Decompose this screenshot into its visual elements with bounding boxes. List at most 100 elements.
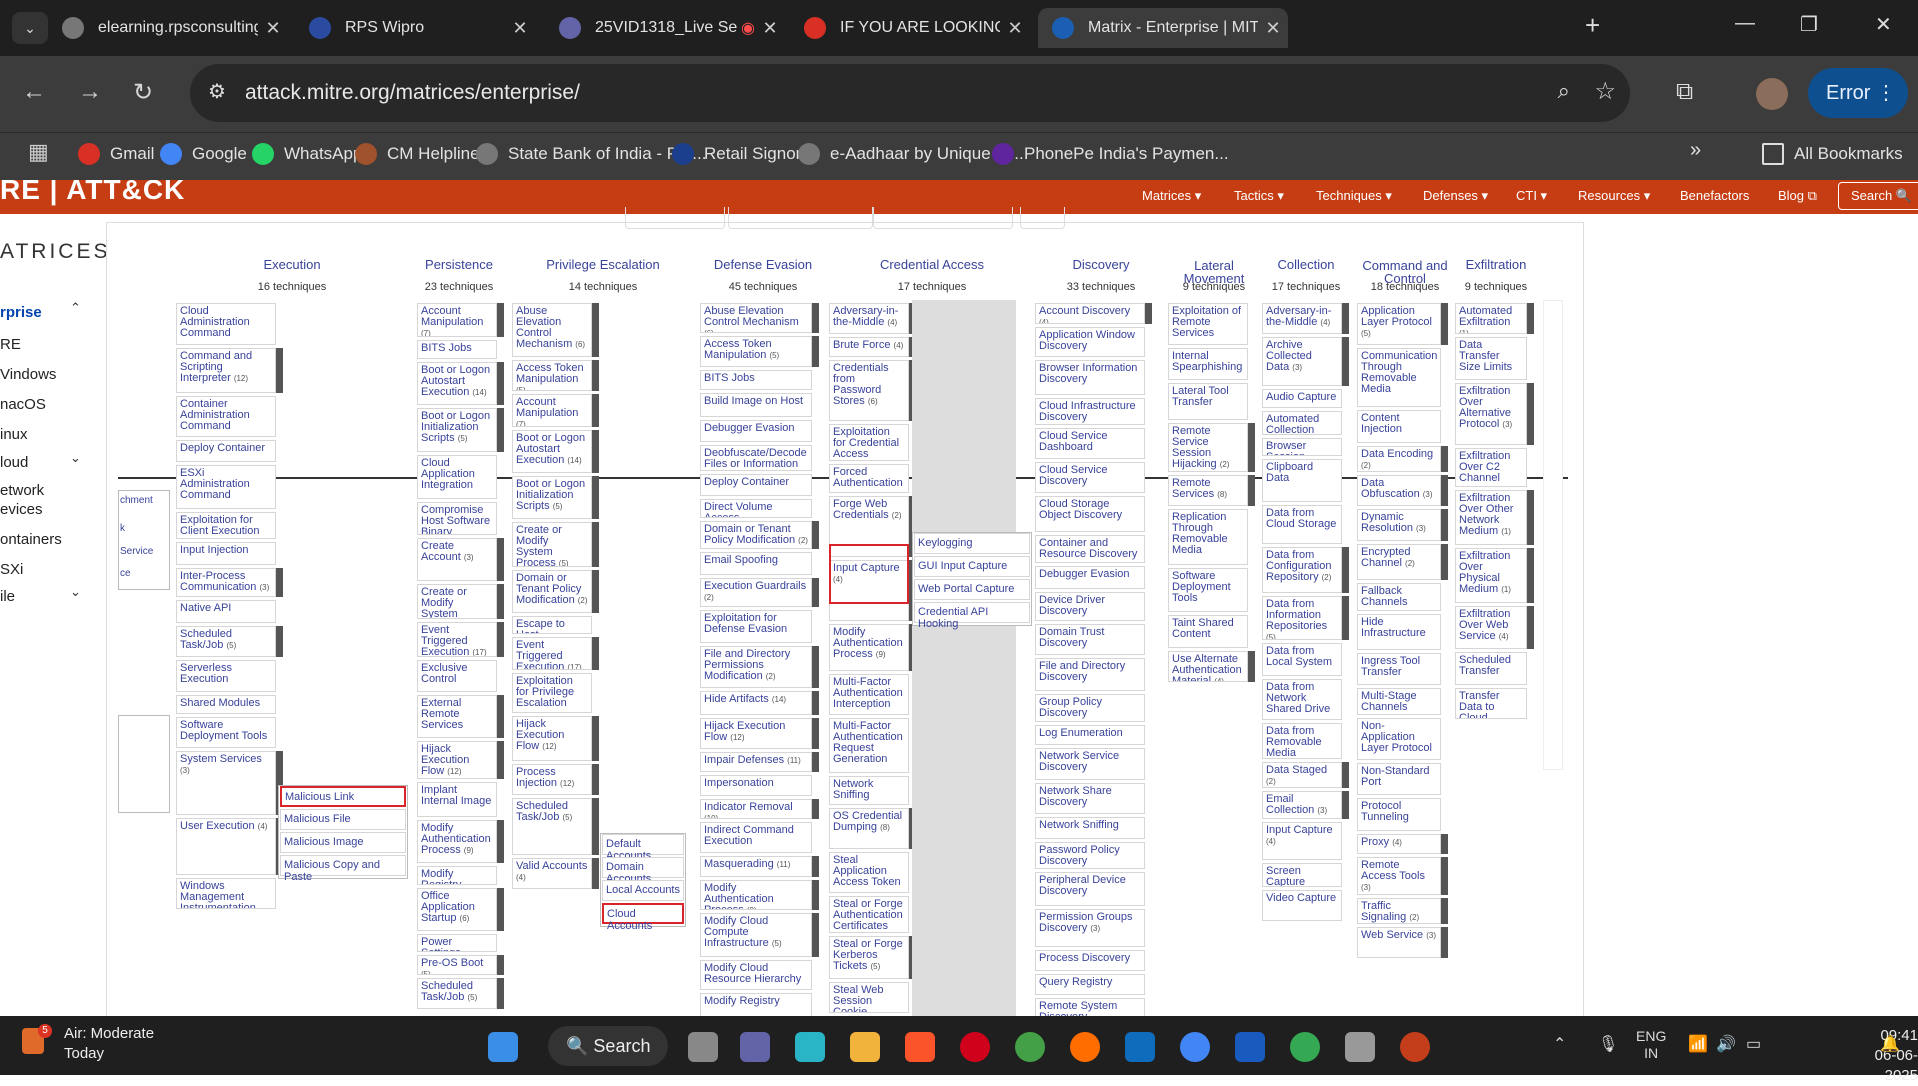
more-bookmarks-icon[interactable]: »	[1690, 139, 1701, 162]
discovery-technique[interactable]: Peripheral Device Discovery	[1035, 872, 1145, 906]
weather-widget[interactable]: 5 Air: Moderate Today	[22, 1024, 154, 1064]
execution-technique[interactable]: Exploitation for Client Execution	[176, 512, 276, 539]
subtechnique-toggle[interactable]	[497, 695, 504, 738]
c2-technique[interactable]: Proxy (4)	[1357, 834, 1441, 854]
bookmark-2[interactable]: WhatsApp	[252, 143, 362, 165]
discovery-technique[interactable]: Account Discovery (4)	[1035, 303, 1145, 324]
credential-technique[interactable]: Adversary-in-the-Middle (4)	[829, 303, 909, 334]
privesc-technique[interactable]: Boot or Logon Autostart Execution (14)	[512, 430, 592, 473]
subtechnique-toggle[interactable]	[1248, 423, 1255, 472]
persistence-technique[interactable]: Hijack Execution Flow (12)	[417, 741, 497, 779]
bookmark-5[interactable]: Retail Signon	[672, 143, 805, 165]
defense-technique[interactable]: Email Spoofing	[700, 552, 812, 575]
notifications-icon[interactable]: 🔔	[1880, 1034, 1900, 1054]
subtechnique-toggle[interactable]	[497, 584, 504, 619]
subtechnique-toggle[interactable]	[812, 856, 819, 877]
user_exec_subs-subtechnique[interactable]: Malicious Link	[280, 786, 406, 807]
discovery-technique[interactable]: Cloud Service Discovery	[1035, 462, 1145, 493]
collection-technique[interactable]: Email Collection (3)	[1262, 791, 1342, 819]
defense-technique[interactable]: Deploy Container	[700, 474, 812, 496]
persistence-technique[interactable]: Modify Authentication Process (9)	[417, 820, 497, 863]
subtechnique-toggle[interactable]	[592, 476, 599, 519]
discovery-technique[interactable]: Remote System Discovery	[1035, 998, 1145, 1016]
tab-search-button[interactable]: ⌄	[12, 12, 48, 44]
c2-technique[interactable]: Application Layer Protocol (5)	[1357, 303, 1441, 345]
collection-technique[interactable]: Data from Cloud Storage	[1262, 505, 1342, 544]
apps-grid-icon[interactable]: ▦	[28, 139, 49, 165]
c2-technique[interactable]: Protocol Tunneling	[1357, 798, 1441, 831]
discovery-technique[interactable]: Network Service Discovery	[1035, 748, 1145, 780]
defense-technique[interactable]: Execution Guardrails (2)	[700, 578, 812, 607]
subtechnique-toggle[interactable]	[812, 718, 819, 749]
privesc-technique[interactable]: Event Triggered Execution (17)	[512, 637, 592, 670]
task-view-icon[interactable]	[688, 1032, 718, 1062]
site-info-icon[interactable]: ⚙	[208, 79, 226, 104]
subtechnique-toggle[interactable]	[1441, 475, 1448, 506]
subtechnique-toggle[interactable]	[812, 799, 819, 819]
persistence-technique[interactable]: Boot or Logon Autostart Execution (14)	[417, 362, 497, 405]
credential-technique[interactable]: Exploitation for Credential Access	[829, 424, 909, 461]
sidebar-item-0[interactable]: rprise	[0, 304, 42, 321]
privesc-technique[interactable]: Account Manipulation (7)	[512, 394, 592, 427]
credential-technique[interactable]: Steal Web Session Cookie	[829, 982, 909, 1013]
privesc-technique[interactable]: Create or Modify System Process (5)	[512, 522, 592, 567]
collection-technique[interactable]: Audio Capture	[1262, 389, 1342, 408]
subtechnique-toggle[interactable]	[497, 362, 504, 405]
error-button[interactable]: Error ⋮	[1808, 68, 1908, 118]
defense-technique[interactable]: Domain or Tenant Policy Modification (2)	[700, 521, 812, 549]
subtechnique-toggle[interactable]	[592, 360, 599, 391]
collection-technique[interactable]: Clipboard Data	[1262, 459, 1342, 502]
subtechnique-toggle[interactable]	[1342, 596, 1349, 640]
defense-technique[interactable]: Build Image on Host	[700, 393, 812, 417]
bookmark-star-icon[interactable]: ☆	[1594, 77, 1616, 106]
credential-technique[interactable]: Network Sniffing	[829, 776, 909, 805]
subtechnique-toggle[interactable]	[276, 626, 283, 657]
defense-technique[interactable]: Impersonation	[700, 775, 812, 796]
collection-technique[interactable]: Browser Session Hijacking	[1262, 438, 1342, 456]
url-text[interactable]: attack.mitre.org/matrices/enterprise/	[245, 81, 580, 105]
site-nav-6[interactable]: Benefactors	[1680, 188, 1749, 203]
defense-technique[interactable]: Modify Cloud Compute Infrastructure (5)	[700, 913, 812, 957]
exfil-technique[interactable]: Transfer Data to Cloud Account	[1455, 688, 1527, 719]
defense-technique[interactable]: Abuse Elevation Control Mechanism (6)	[700, 303, 812, 333]
persistence-technique[interactable]: Pre-OS Boot (5)	[417, 955, 497, 975]
defense-technique[interactable]: Modify Authentication Process (9)	[700, 880, 812, 910]
valid_subs-subtechnique[interactable]: Cloud Accounts	[602, 903, 684, 932]
discovery-technique[interactable]: Log Enumeration	[1035, 725, 1145, 745]
subtechnique-toggle[interactable]	[592, 798, 599, 855]
lateral-technique[interactable]: Replication Through Removable Media	[1168, 509, 1248, 565]
persistence-technique[interactable]: External Remote Services	[417, 695, 497, 738]
subtechnique-toggle[interactable]	[497, 741, 504, 779]
discovery-technique[interactable]: Password Policy Discovery	[1035, 842, 1145, 869]
persistence-technique[interactable]: Modify Registry	[417, 866, 497, 885]
persistence-technique[interactable]: Cloud Application Integration	[417, 455, 497, 499]
subtechnique-toggle[interactable]	[1527, 303, 1534, 334]
execution-technique[interactable]: Windows Management Instrumentation	[176, 878, 276, 909]
defense-technique[interactable]: Indicator Removal (10)	[700, 799, 812, 819]
sidebar-item-4[interactable]: inux	[0, 426, 28, 443]
word-icon[interactable]	[1235, 1032, 1265, 1062]
discovery-technique[interactable]: Query Registry	[1035, 974, 1145, 995]
all-bookmarks-button[interactable]: All Bookmarks	[1762, 143, 1903, 165]
sidebar-item-6[interactable]: etwork	[0, 482, 44, 499]
execution-technique[interactable]: Container Administration Command	[176, 396, 276, 437]
lateral-technique[interactable]: Use Alternate Authentication Material (4…	[1168, 651, 1248, 682]
execution-technique[interactable]: ESXi Administration Command	[176, 465, 276, 509]
persistence-technique[interactable]: Boot or Logon Initialization Scripts (5)	[417, 408, 497, 452]
subtechnique-toggle[interactable]	[497, 955, 504, 975]
tactic-header-9[interactable]: Exfiltration	[1454, 258, 1538, 271]
subtechnique-toggle[interactable]	[592, 394, 599, 427]
execution-technique[interactable]: Command and Scripting Interpreter (12)	[176, 348, 276, 393]
subtechnique-toggle[interactable]	[1441, 509, 1448, 541]
site-nav-0[interactable]: Matrices ▾	[1142, 188, 1201, 204]
defense-technique[interactable]: Debugger Evasion	[700, 420, 812, 442]
chevron-icon[interactable]: ⌃	[70, 300, 81, 316]
discovery-technique[interactable]: File and Directory Discovery	[1035, 658, 1145, 691]
subtechnique-toggle[interactable]	[592, 637, 599, 670]
defense-technique[interactable]: Exploitation for Defense Evasion	[700, 610, 812, 643]
subtechnique-toggle[interactable]	[1441, 303, 1448, 345]
defense-technique[interactable]: Indirect Command Execution	[700, 822, 812, 853]
collection-technique[interactable]: Automated Collection	[1262, 411, 1342, 435]
subtechnique-toggle[interactable]	[592, 764, 599, 795]
privesc-technique[interactable]: Process Injection (12)	[512, 764, 592, 795]
